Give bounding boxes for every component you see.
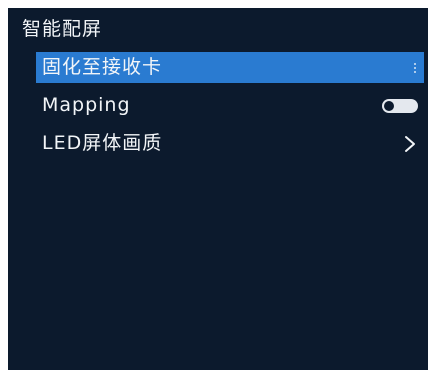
menu-item-solidify-to-receiving-card[interactable]: 固化至接收卡 [36, 52, 424, 83]
menu-item-mapping[interactable]: Mapping [36, 90, 424, 121]
mapping-toggle[interactable] [382, 98, 418, 113]
smart-screen-config-panel: 智能配屏 固化至接收卡 Mapping LED屏体画质 [8, 8, 428, 370]
more-options-button[interactable] [412, 52, 418, 83]
chevron-right-icon [405, 135, 415, 152]
menu-item-label: Mapping [42, 94, 131, 116]
menu-item-label: 固化至接收卡 [42, 56, 163, 78]
settings-menu: 固化至接收卡 Mapping LED屏体画质 [36, 52, 424, 166]
page-title: 智能配屏 [22, 18, 103, 40]
menu-item-label: LED屏体画质 [42, 132, 163, 154]
more-vertical-icon [412, 62, 418, 73]
toggle-knob [384, 100, 394, 111]
menu-item-led-screen-quality[interactable]: LED屏体画质 [36, 128, 424, 159]
